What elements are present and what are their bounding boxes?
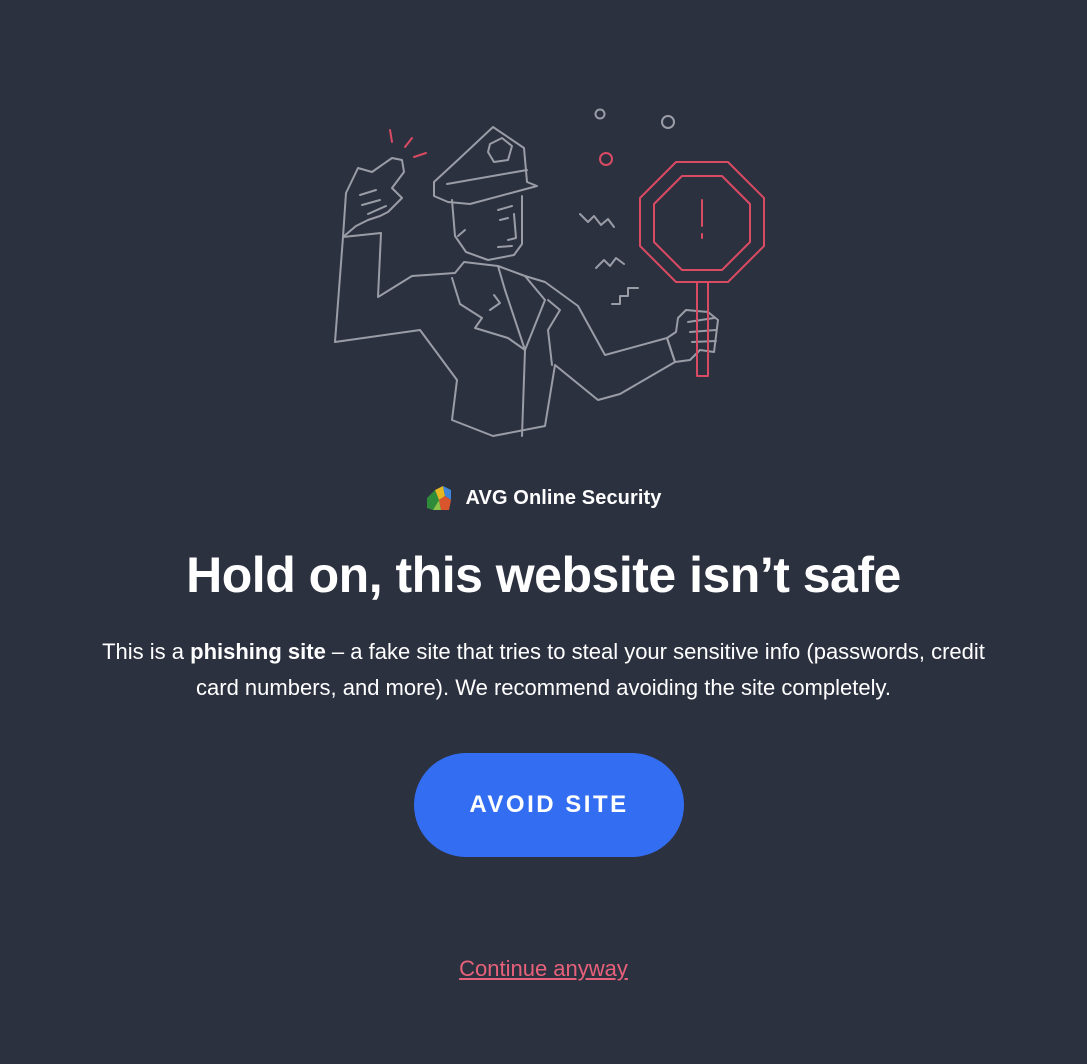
- description-emphasis: phishing site: [190, 639, 326, 664]
- warning-page: AVG Online Security Hold on, this websit…: [0, 0, 1087, 1064]
- avoid-site-button[interactable]: AVOID SITE: [414, 753, 684, 857]
- continue-link-container: Continue anyway: [0, 956, 1087, 982]
- avg-logo-icon: [427, 486, 452, 510]
- police-officer-stop-sign-icon: [334, 108, 765, 437]
- description-prefix: This is a: [102, 639, 191, 664]
- brand-name: AVG Online Security: [465, 486, 662, 509]
- warning-description: This is a phishing site – a fake site th…: [90, 634, 997, 706]
- page-title: Hold on, this website isn’t safe: [186, 547, 901, 603]
- continue-anyway-link[interactable]: Continue anyway: [459, 956, 628, 981]
- brand-header: AVG Online Security: [0, 484, 1087, 512]
